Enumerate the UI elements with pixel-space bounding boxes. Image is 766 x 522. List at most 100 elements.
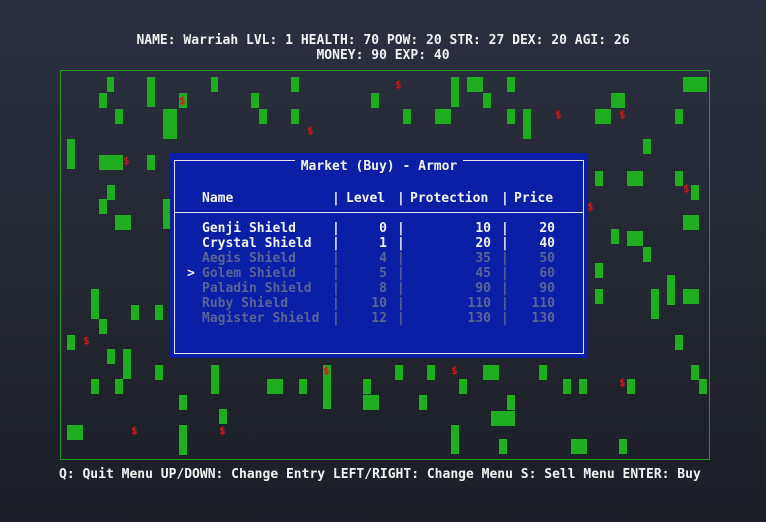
wall-tile bbox=[107, 185, 115, 200]
market-item-row[interactable]: Crystal Shield | 1 | 20 | 40 bbox=[175, 236, 583, 251]
wall-tile bbox=[667, 275, 675, 305]
wall-tile bbox=[267, 379, 283, 394]
item-level: 5 bbox=[379, 266, 387, 281]
wall-tile bbox=[115, 109, 123, 124]
wall-tile bbox=[611, 229, 619, 244]
column-sep: | bbox=[332, 236, 340, 251]
market-item-row[interactable]: Aegis Shield | 4 | 35 | 50 bbox=[175, 251, 583, 266]
wall-tile bbox=[651, 289, 659, 319]
item-price: 50 bbox=[539, 251, 555, 266]
wall-tile bbox=[99, 155, 123, 170]
wall-tile bbox=[67, 425, 83, 440]
wall-tile bbox=[483, 365, 499, 380]
wall-tile bbox=[619, 439, 627, 454]
wall-tile bbox=[595, 109, 611, 124]
coin-icon: $ bbox=[131, 424, 138, 437]
wall-tile bbox=[179, 395, 187, 410]
wall-tile bbox=[483, 93, 491, 108]
column-sep: | bbox=[397, 236, 405, 251]
item-level: 8 bbox=[379, 281, 387, 296]
column-sep: | bbox=[397, 296, 405, 311]
wall-tile bbox=[147, 77, 155, 107]
wall-tile bbox=[211, 365, 219, 380]
wall-tile bbox=[491, 411, 515, 426]
item-level: 4 bbox=[379, 251, 387, 266]
wall-tile bbox=[675, 171, 683, 186]
item-price: 40 bbox=[539, 236, 555, 251]
item-price: 90 bbox=[539, 281, 555, 296]
item-name: Genji Shield bbox=[202, 221, 296, 236]
wall-tile bbox=[539, 365, 547, 380]
column-sep: | bbox=[397, 311, 405, 326]
column-sep: | bbox=[332, 251, 340, 266]
wall-tile bbox=[67, 335, 75, 350]
item-name: Crystal Shield bbox=[202, 236, 312, 251]
wall-tile bbox=[459, 379, 467, 394]
market-item-row[interactable]: Genji Shield | 0 | 10 | 20 bbox=[175, 221, 583, 236]
coin-icon: $ bbox=[619, 108, 626, 121]
item-name: Magister Shield bbox=[202, 311, 320, 326]
wall-tile bbox=[595, 289, 603, 304]
wall-tile bbox=[595, 171, 603, 186]
wall-tile bbox=[467, 77, 483, 92]
wall-tile bbox=[115, 215, 131, 230]
wall-tile bbox=[99, 319, 107, 334]
wall-tile bbox=[627, 171, 643, 186]
header-sep: | bbox=[397, 191, 405, 206]
market-item-row[interactable]: Magister Shield | 12 | 130 | 130 bbox=[175, 311, 583, 326]
column-sep: | bbox=[397, 251, 405, 266]
wall-tile bbox=[627, 379, 635, 394]
wall-tile bbox=[131, 305, 139, 320]
wall-tile bbox=[211, 379, 219, 394]
coin-icon: $ bbox=[451, 364, 458, 377]
wall-tile bbox=[507, 77, 515, 92]
market-item-row[interactable]: Ruby Shield | 10 | 110 | 110 bbox=[175, 296, 583, 311]
wall-tile bbox=[683, 215, 699, 230]
coin-icon: $ bbox=[555, 108, 562, 121]
wall-tile bbox=[99, 93, 107, 108]
item-protection: 10 bbox=[475, 221, 491, 236]
wall-tile bbox=[699, 379, 707, 394]
item-protection: 35 bbox=[475, 251, 491, 266]
coin-icon: $ bbox=[683, 182, 690, 195]
wall-tile bbox=[691, 185, 699, 200]
item-protection: 20 bbox=[475, 236, 491, 251]
wall-tile bbox=[579, 379, 587, 394]
wall-tile bbox=[291, 109, 299, 124]
column-sep: | bbox=[332, 311, 340, 326]
market-item-row[interactable]: Paladin Shield | 8 | 90 | 90 bbox=[175, 281, 583, 296]
wall-tile bbox=[323, 379, 331, 409]
wall-tile bbox=[403, 109, 411, 124]
market-item-row[interactable]: > Golem Shield | 5 | 45 | 60 bbox=[175, 266, 583, 281]
wall-tile bbox=[107, 77, 114, 92]
item-protection: 110 bbox=[467, 296, 491, 311]
header-level: Level bbox=[346, 191, 386, 206]
wall-tile bbox=[683, 289, 699, 304]
wall-tile bbox=[91, 289, 99, 319]
header-price: Price bbox=[514, 191, 554, 206]
item-name: Aegis Shield bbox=[202, 251, 296, 266]
wall-tile bbox=[91, 379, 99, 394]
wall-tile bbox=[251, 93, 259, 108]
wall-tile bbox=[675, 335, 683, 350]
column-sep: | bbox=[397, 281, 405, 296]
wall-tile bbox=[427, 365, 435, 380]
wall-tile bbox=[499, 439, 507, 454]
wall-tile bbox=[147, 155, 155, 170]
wall-tile bbox=[179, 425, 187, 455]
wall-tile bbox=[643, 247, 651, 262]
column-sep: | bbox=[397, 266, 405, 281]
column-sep: | bbox=[332, 296, 340, 311]
wall-tile bbox=[571, 439, 587, 454]
item-name: Ruby Shield bbox=[202, 296, 289, 311]
item-price: 20 bbox=[539, 221, 555, 236]
wall-tile bbox=[419, 395, 427, 410]
column-sep: | bbox=[501, 266, 509, 281]
column-sep: | bbox=[397, 221, 405, 236]
column-sep: | bbox=[501, 296, 509, 311]
wall-tile bbox=[115, 379, 123, 394]
column-sep: | bbox=[501, 236, 509, 251]
header-protection: Protection bbox=[410, 191, 489, 206]
wall-tile bbox=[363, 379, 371, 394]
header-name: Name bbox=[202, 191, 234, 206]
